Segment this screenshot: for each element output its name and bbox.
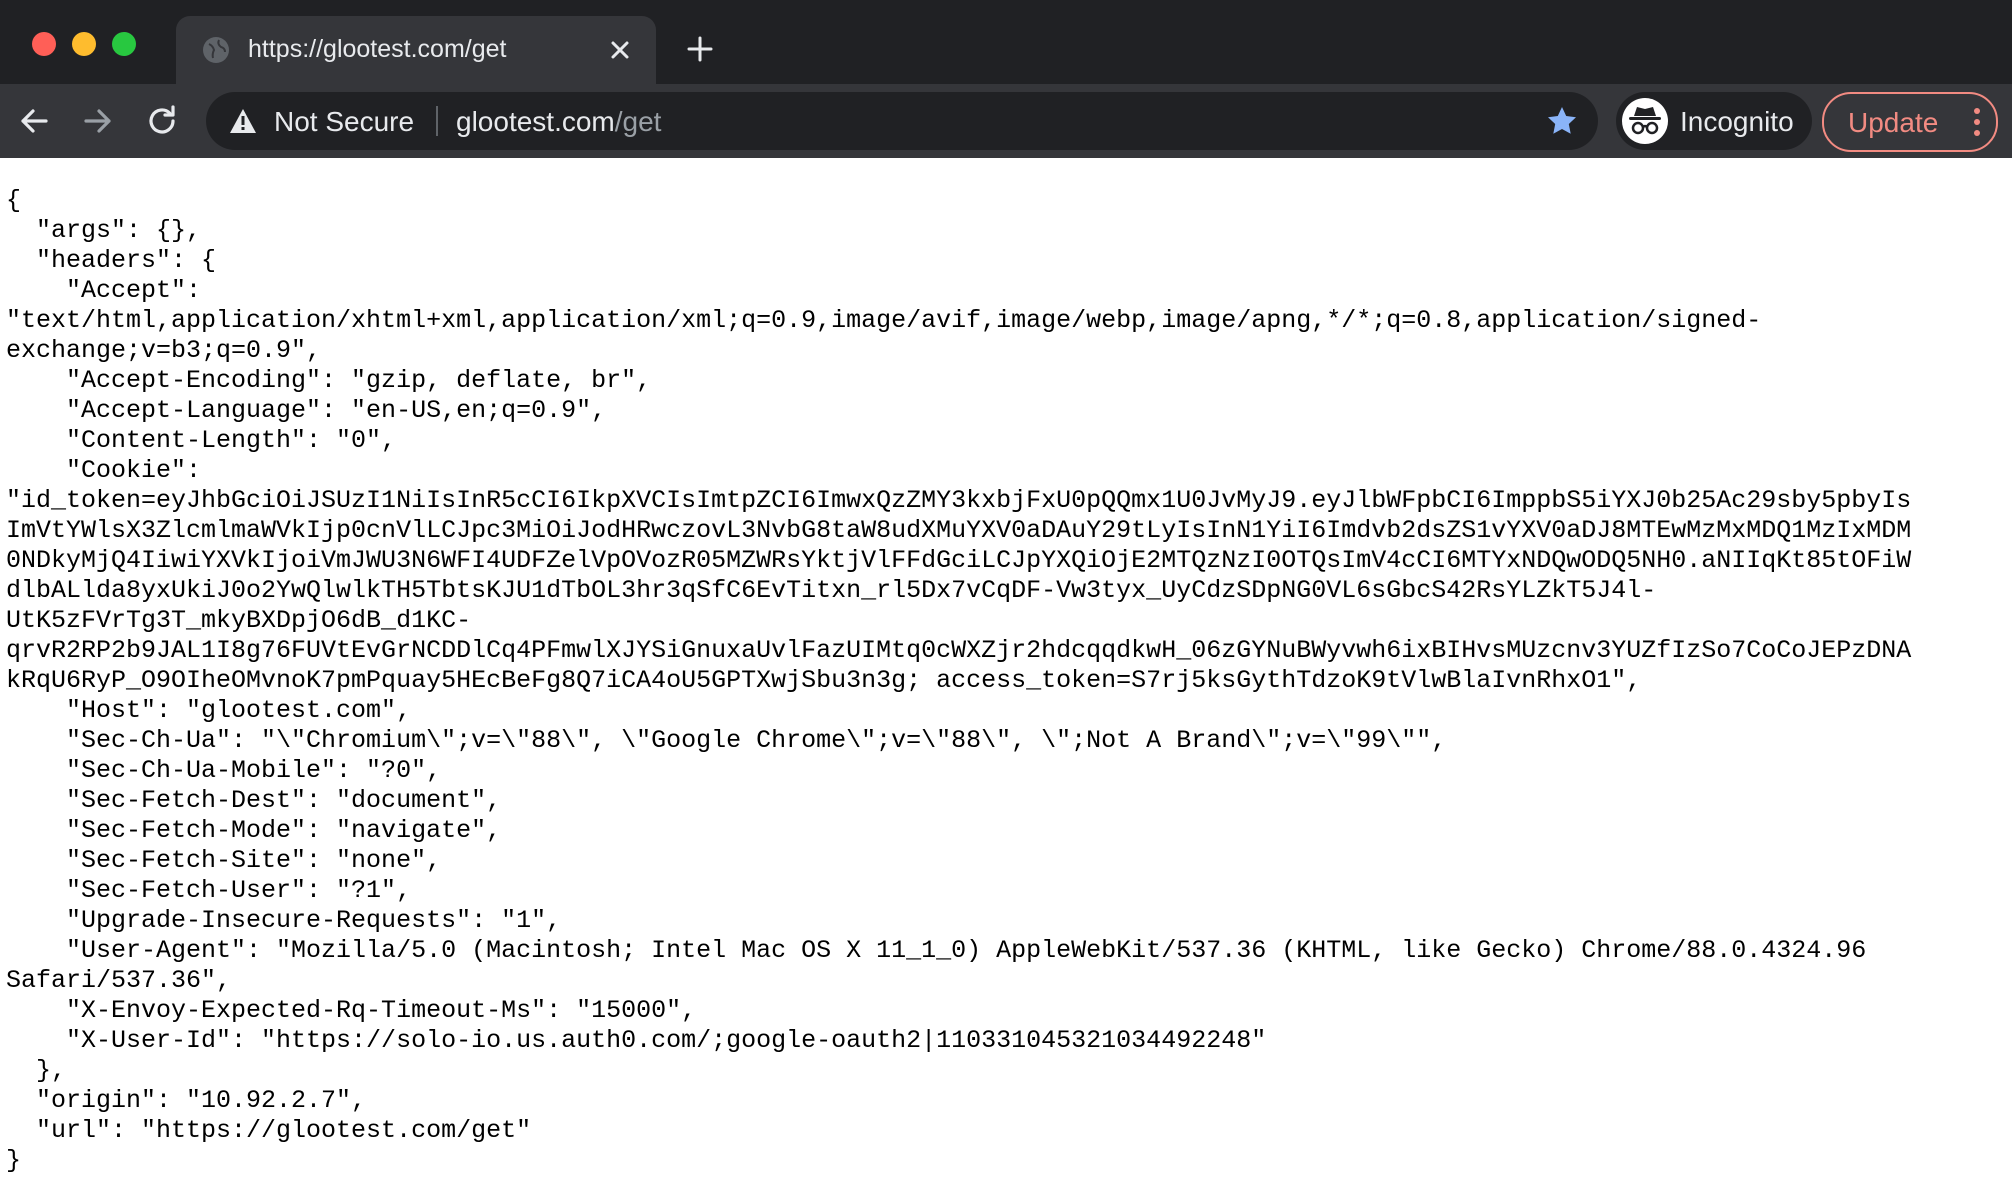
json-line: "User-Agent": "Mozilla/5.0 (Macintosh; I…	[6, 936, 1867, 965]
json-line: exchange;v=b3;q=0.9",	[6, 336, 322, 365]
json-line: Safari/537.36",	[6, 966, 232, 995]
url-text[interactable]: glootest.com/get	[456, 106, 661, 138]
url-path: /get	[614, 106, 662, 137]
window-zoom-button[interactable]	[112, 32, 136, 56]
json-line: "Sec-Fetch-Dest": "document",	[6, 786, 502, 815]
page-content: { "args": {}, "headers": { "Accept": "te…	[0, 158, 2012, 1200]
json-line: "origin": "10.92.2.7",	[6, 1086, 367, 1115]
json-line: "text/html,application/xhtml+xml,applica…	[6, 306, 1762, 335]
arrow-left-icon[interactable]	[14, 101, 54, 141]
close-icon[interactable]	[604, 34, 636, 66]
json-line: "X-User-Id": "https://solo-io.us.auth0.c…	[6, 1026, 1267, 1055]
reload-icon[interactable]	[142, 101, 182, 141]
incognito-profile-button[interactable]: Incognito	[1616, 92, 1812, 150]
json-response-body: { "args": {}, "headers": { "Accept": "te…	[6, 186, 1911, 1176]
json-line: "Accept-Language": "en-US,en;q=0.9",	[6, 396, 607, 425]
json-line: 0NDkyMjQ4IiwiYXVkIjoiVmJWU3N6WFI4UDFZelV…	[6, 546, 1912, 575]
star-icon[interactable]	[1546, 105, 1578, 137]
json-line: UtK5zFVrTg3T_mkyBXDpjO6dB_d1KC-	[6, 606, 472, 635]
json-line: kRqU6RyP_O9OIheOMvnoK7pmPquay5HEcBeFg8Q7…	[6, 666, 1642, 695]
warning-icon[interactable]	[228, 107, 258, 135]
json-line: "Content-Length": "0",	[6, 426, 397, 455]
tab-strip: https://glootest.com/get	[0, 0, 2012, 84]
url-host: glootest.com	[456, 106, 615, 137]
json-line: "id_token=eyJhbGciOiJSUzI1NiIsInR5cCI6Ik…	[6, 486, 1912, 515]
incognito-icon	[1622, 98, 1668, 144]
update-label: Update	[1848, 107, 1939, 138]
omnibox-divider	[436, 106, 438, 136]
json-line: qrvR2RP2b9JAL1I8g76FUVtEvGrNCDDlCq4PFmwl…	[6, 636, 1912, 665]
json-line: "Sec-Ch-Ua": "\"Chromium\";v=\"88\", \"G…	[6, 726, 1447, 755]
window-minimize-button[interactable]	[72, 32, 96, 56]
arrow-right-icon[interactable]	[78, 101, 118, 141]
security-status[interactable]: Not Secure	[274, 106, 414, 138]
json-line: "X-Envoy-Expected-Rq-Timeout-Ms": "15000…	[6, 996, 697, 1025]
incognito-label: Incognito	[1680, 106, 1794, 137]
json-line: },	[6, 1056, 67, 1085]
browser-toolbar: Not Secure glootest.com/get Incognito Up…	[0, 84, 2012, 158]
tab-active[interactable]: https://glootest.com/get	[176, 16, 656, 84]
update-button[interactable]: Update	[1822, 92, 1998, 152]
json-line: "args": {},	[6, 216, 202, 245]
json-line: {	[6, 186, 22, 215]
tab-title: https://glootest.com/get	[248, 35, 507, 63]
json-line: "url": "https://glootest.com/get"	[6, 1116, 532, 1145]
plus-icon[interactable]	[684, 33, 716, 65]
json-line: "Cookie":	[6, 456, 202, 485]
json-line: "Sec-Fetch-Site": "none",	[6, 846, 442, 875]
json-line: }	[6, 1146, 22, 1175]
json-line: "Host": "glootest.com",	[6, 696, 412, 725]
json-line: "Accept":	[6, 276, 202, 305]
window-close-button[interactable]	[32, 32, 56, 56]
json-line: dlbALlda8yxUkiJ0o2YwQlwlkTH5TbtsKJU1dTbO…	[6, 576, 1657, 605]
json-line: "Accept-Encoding": "gzip, deflate, br",	[6, 366, 652, 395]
json-line: "Sec-Fetch-Mode": "navigate",	[6, 816, 502, 845]
vertical-dots-icon[interactable]	[1972, 106, 1982, 138]
json-line: "Sec-Fetch-User": "?1",	[6, 876, 412, 905]
json-line: "Sec-Ch-Ua-Mobile": "?0",	[6, 756, 442, 785]
json-line: "Upgrade-Insecure-Requests": "1",	[6, 906, 562, 935]
globe-icon	[202, 36, 230, 64]
json-line: ImVtYWlsX3ZlcmlmaWVkIjp0cnVlLCJpc3MiOiJo…	[6, 516, 1912, 545]
address-bar[interactable]: Not Secure glootest.com/get	[206, 92, 1598, 150]
json-line: "headers": {	[6, 246, 217, 275]
